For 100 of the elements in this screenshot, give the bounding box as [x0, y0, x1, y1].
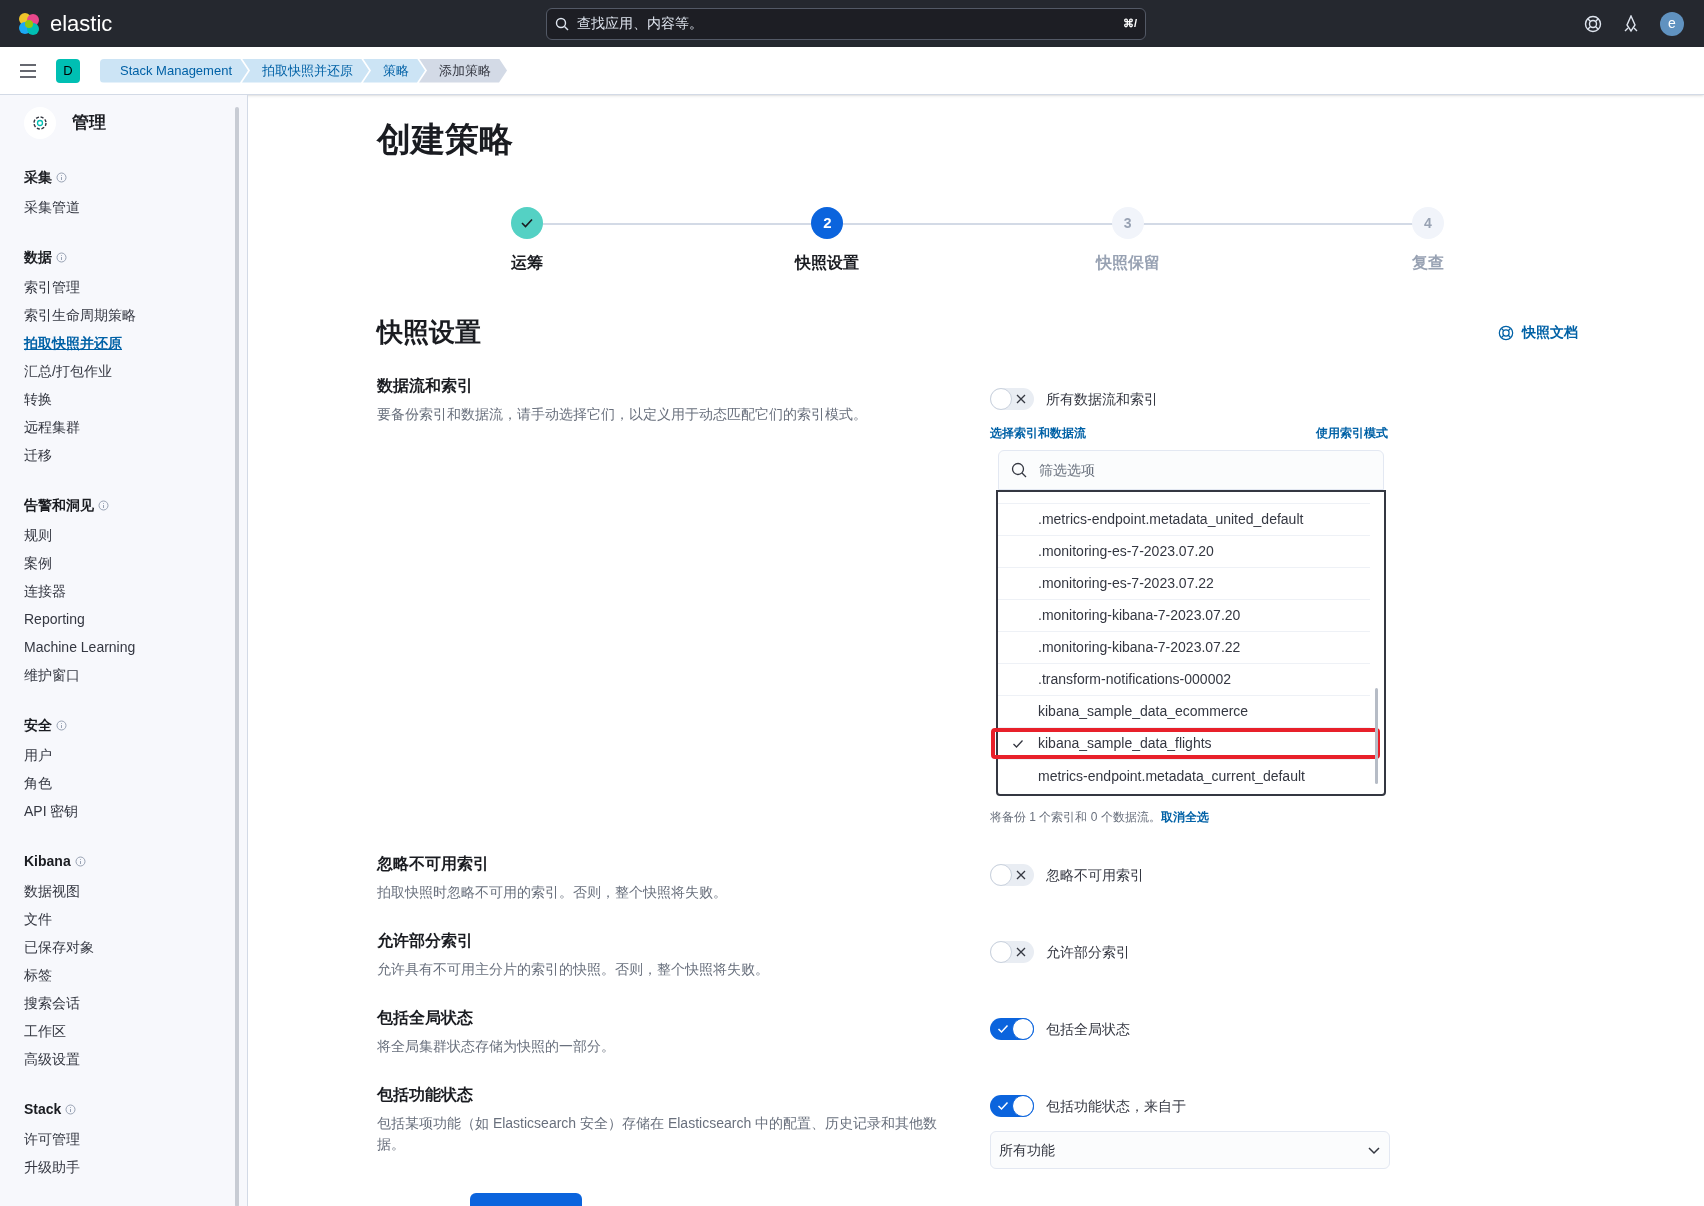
space-badge[interactable]: D	[56, 58, 80, 83]
list-option[interactable]: .transform-notifications-000002	[998, 664, 1370, 696]
search-field[interactable]: 查找应用、内容等。 ⌘/	[546, 7, 1146, 40]
list-option[interactable]: .monitoring-es-7-2023.07.20	[998, 536, 1370, 568]
list-option[interactable]: .monitoring-kibana-7-2023.07.20	[998, 600, 1370, 632]
sidebar-item[interactable]: API 密钥	[24, 797, 79, 825]
option-label: .monitoring-kibana-7-2023.07.20	[1038, 606, 1241, 625]
page-title: 创建策略	[377, 119, 514, 160]
breadcrumb[interactable]: 添加策略	[419, 58, 507, 83]
sidebar-item[interactable]: 拍取快照并还原	[24, 329, 122, 357]
filter-field[interactable]: 筛选选项	[998, 450, 1384, 490]
sidebar-item[interactable]: 转换	[24, 385, 52, 413]
help-icon[interactable]	[1584, 14, 1602, 33]
list-option[interactable]: kibana_sample_data_ecommerce	[998, 696, 1370, 728]
select-indices-link[interactable]: 选择索引和数据流	[990, 424, 1086, 442]
info-icon[interactable]	[98, 499, 109, 511]
logo-icon[interactable]	[16, 10, 42, 37]
docs-link[interactable]: 快照文档	[1498, 322, 1578, 343]
toggle-switch[interactable]	[990, 864, 1034, 886]
sidebar-item[interactable]: 远程集群	[24, 413, 80, 441]
search-icon	[1011, 462, 1027, 478]
toggle-label: 忽略不可用索引	[1046, 865, 1144, 885]
list-option[interactable]: .metrics-endpoint.metadata_united_default	[998, 504, 1370, 536]
feature-select[interactable]: 所有功能	[990, 1131, 1390, 1169]
option-label: .monitoring-es-7-2023.07.20	[1038, 542, 1214, 561]
group-heading: 安全	[24, 715, 52, 735]
sidebar-item[interactable]: 许可管理	[24, 1125, 80, 1153]
sidebar-item[interactable]: 角色	[24, 769, 52, 797]
info-icon[interactable]	[56, 719, 67, 731]
breadcrumb[interactable]: 拍取快照并还原	[242, 58, 369, 83]
toggle-label: 包括功能状态，来自于	[1046, 1096, 1186, 1116]
close-icon	[1016, 870, 1026, 880]
step-label: 快照设置	[795, 253, 860, 273]
option-label: .monitoring-es-7-2023.07.22	[1038, 574, 1214, 593]
info-icon[interactable]	[65, 1103, 77, 1115]
list-option[interactable]: kibana_sample_data_flights	[998, 728, 1370, 760]
sidebar-item[interactable]: 连接器	[24, 577, 66, 605]
setting-title: 忽略不可用索引	[377, 854, 490, 874]
toggle-switch[interactable]	[990, 941, 1034, 963]
sidebar-item[interactable]: 规则	[24, 521, 52, 549]
sidebar-item[interactable]: 数据视图	[24, 877, 80, 905]
list-option[interactable]: metrics-endpoint.metadata_current_default	[998, 760, 1370, 792]
setting-description: 允许具有不可用主分片的索引的快照。否则，整个快照将失败。	[377, 960, 770, 979]
setting-description: 拍取快照时忽略不可用的索引。否则，整个快照将失败。	[377, 883, 728, 902]
list-option[interactable]: .monitoring-es-7-2023.07.22	[998, 568, 1370, 600]
sidebar-item[interactable]: 迁移	[24, 441, 52, 469]
group-heading: Kibana	[24, 851, 71, 871]
step-number[interactable]: 2	[811, 207, 844, 239]
scrollbar[interactable]	[1375, 688, 1378, 784]
breadcrumb[interactable]: 策略	[363, 58, 425, 83]
toggle-label: 包括全局状态	[1046, 1019, 1130, 1039]
step-check-icon[interactable]	[511, 207, 543, 239]
option-label: kibana_sample_data_ecommerce	[1038, 702, 1249, 721]
logo-text: elastic	[50, 10, 113, 38]
sidebar-item[interactable]: 索引管理	[24, 273, 80, 301]
scrollbar[interactable]	[235, 107, 239, 1206]
sidebar-item[interactable]: 已保存对象	[24, 933, 94, 961]
sidebar-item[interactable]: 维护窗口	[24, 661, 80, 689]
index-pattern-link[interactable]: 使用索引模式	[1316, 424, 1388, 442]
toggle-switch[interactable]	[990, 1095, 1034, 1117]
sidebar-item[interactable]: 汇总/打包作业	[24, 357, 112, 385]
option-label: .monitoring-kibana-7-2023.07.22	[1038, 638, 1241, 657]
group-heading: 采集	[24, 167, 52, 187]
info-icon[interactable]	[74, 855, 86, 867]
section-title: 快照设置	[377, 316, 481, 349]
list-option[interactable]: .monitoring-kibana-7-2023.07.22	[998, 632, 1370, 664]
sidebar-item[interactable]: 文件	[24, 905, 52, 933]
sidebar-item[interactable]: Reporting	[24, 605, 85, 633]
group-heading: 数据	[24, 247, 52, 267]
info-icon[interactable]	[56, 251, 67, 263]
sidebar-item[interactable]: 升级助手	[24, 1153, 80, 1181]
toggle-label: 允许部分索引	[1046, 942, 1130, 962]
rocket-icon[interactable]	[1622, 14, 1640, 33]
setting-title: 包括全局状态	[377, 1008, 474, 1028]
option-label: .transform-notifications-000002	[1038, 670, 1231, 689]
sidebar-item[interactable]: 采集管道	[24, 193, 80, 221]
search-input[interactable]: 查找应用、内容等。	[577, 13, 1115, 34]
sidebar-item[interactable]: 标签	[24, 961, 52, 989]
sidebar-item[interactable]: 高级设置	[24, 1045, 80, 1073]
setting-description: 将全局集群状态存储为快照的一部分。	[377, 1037, 616, 1056]
sidebar-title: 管理	[72, 112, 106, 135]
help-icon	[1498, 324, 1514, 341]
menu-icon[interactable]	[20, 63, 36, 78]
toggle-switch[interactable]	[990, 388, 1034, 410]
sidebar-item[interactable]: Machine Learning	[24, 633, 136, 661]
setting-description: 包括某项功能（如 Elasticsearch 安全）存储在 Elasticsearch 中的配置、历史记录和其他数据。	[377, 1114, 939, 1154]
sidebar-item[interactable]: 案例	[24, 549, 52, 577]
filter-input[interactable]: 筛选选项	[1039, 459, 1371, 481]
info-icon[interactable]	[56, 171, 67, 183]
group-heading: Stack	[24, 1099, 62, 1119]
sidebar-item[interactable]: 工作区	[24, 1017, 66, 1045]
toggle-switch[interactable]	[990, 1018, 1034, 1040]
step-label: 复查	[1412, 253, 1444, 273]
close-icon	[1016, 947, 1026, 957]
check-icon	[1012, 737, 1024, 750]
sidebar-item[interactable]: 索引生命周期策略	[24, 301, 136, 329]
sidebar-item[interactable]: 搜索会话	[24, 989, 80, 1017]
deselect-all-link[interactable]: 取消全选	[1160, 810, 1209, 824]
breadcrumb[interactable]: Stack Management	[100, 58, 248, 83]
sidebar-item[interactable]: 用户	[24, 741, 52, 769]
